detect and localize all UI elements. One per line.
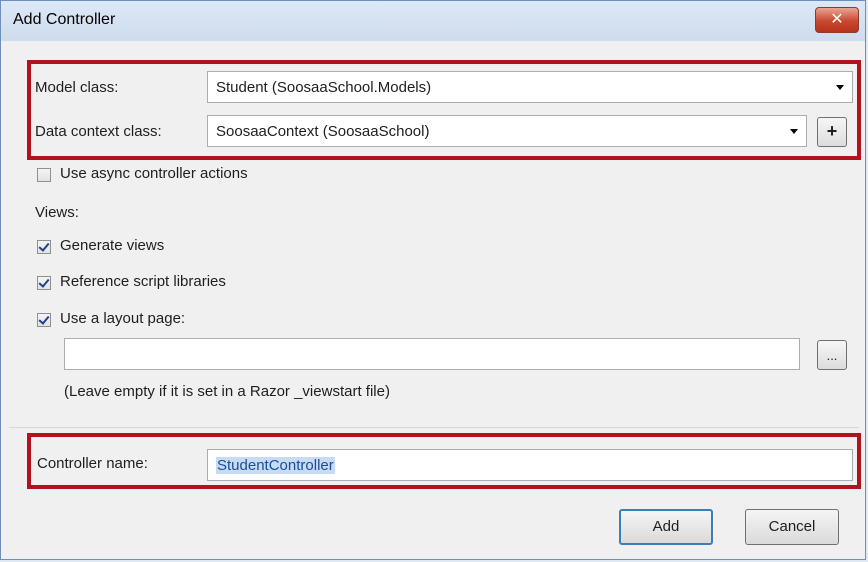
controller-name-value: StudentController (216, 457, 335, 474)
reference-scripts-checkbox[interactable] (37, 276, 51, 290)
use-layout-checkbox[interactable] (37, 313, 51, 327)
layout-page-hint: (Leave empty if it is set in a Razor _vi… (64, 383, 390, 400)
chevron-down-icon (790, 129, 798, 134)
use-layout-label: Use a layout page: (60, 310, 186, 327)
separator (9, 427, 859, 428)
ellipsis-icon: ... (826, 348, 838, 363)
model-class-label: Model class: (35, 79, 119, 96)
generate-views-label: Generate views (60, 237, 165, 254)
use-async-label: Use async controller actions (60, 165, 248, 182)
add-controller-dialog: Add Controller ✕ Model class: Student (S… (0, 0, 866, 560)
add-button[interactable]: Add (619, 509, 713, 545)
controller-name-label: Controller name: (37, 455, 148, 472)
controller-name-input[interactable]: StudentController (207, 449, 853, 481)
generate-views-checkbox[interactable] (37, 240, 51, 254)
close-button[interactable]: ✕ (815, 7, 859, 33)
model-class-dropdown[interactable]: Student (SoosaaSchool.Models) (207, 71, 853, 103)
add-data-context-button[interactable]: + (817, 117, 847, 147)
layout-page-input[interactable] (64, 338, 800, 370)
window-title: Add Controller (13, 11, 116, 28)
use-async-checkbox[interactable] (37, 168, 51, 182)
model-class-value: Student (SoosaaSchool.Models) (216, 79, 432, 96)
dialog-body: Model class: Student (SoosaaSchool.Model… (9, 41, 861, 556)
browse-layout-button[interactable]: ... (817, 340, 847, 370)
chevron-down-icon (836, 85, 844, 90)
data-context-class-label: Data context class: (35, 123, 162, 140)
data-context-class-dropdown[interactable]: SoosaaContext (SoosaaSchool) (207, 115, 807, 147)
title-bar: Add Controller ✕ (1, 1, 865, 41)
reference-scripts-label: Reference script libraries (60, 273, 226, 290)
data-context-class-value: SoosaaContext (SoosaaSchool) (216, 123, 430, 140)
plus-icon: + (826, 121, 838, 141)
cancel-button[interactable]: Cancel (745, 509, 839, 545)
views-heading: Views: (35, 204, 79, 221)
controller-name-text-wrap: StudentController (216, 457, 335, 474)
close-icon: ✕ (830, 11, 844, 28)
